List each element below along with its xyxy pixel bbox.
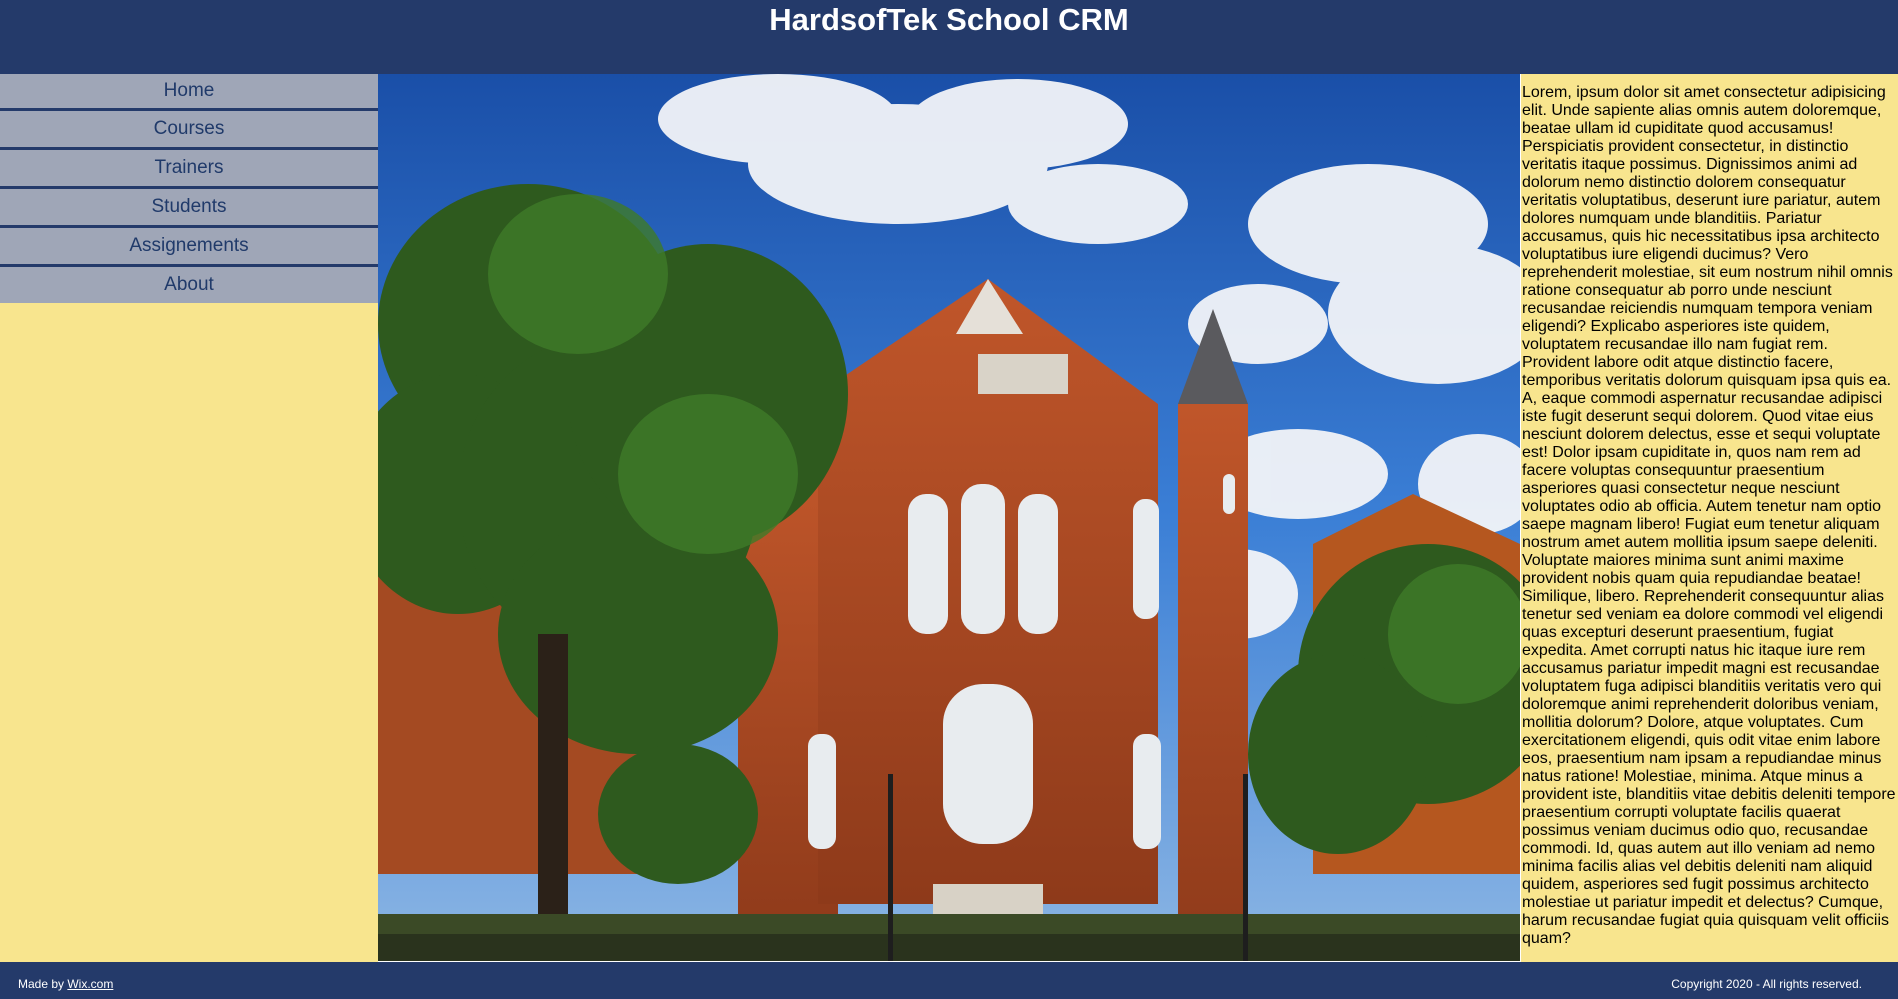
- tree-trunk: [538, 634, 568, 914]
- made-by-text: Made by Wix.com: [18, 977, 113, 991]
- nav-item-trainers[interactable]: Trainers: [0, 150, 378, 189]
- sidebar: Home Courses Trainers Students Assigneme…: [0, 74, 378, 962]
- nav-item-courses[interactable]: Courses: [0, 111, 378, 150]
- nav-item-about[interactable]: About: [0, 267, 378, 303]
- site-header: HardsofTek School CRM: [0, 0, 1898, 74]
- site-footer: Made by Wix.com Copyright 2020 - All rig…: [0, 962, 1898, 999]
- nav-item-assignements[interactable]: Assignements: [0, 228, 378, 267]
- copyright-text: Copyright 2020 - All rights reserved.: [1671, 977, 1862, 991]
- wix-link[interactable]: Wix.com: [67, 977, 113, 991]
- nav-item-home[interactable]: Home: [0, 74, 378, 111]
- made-by-label: Made by: [18, 977, 68, 991]
- nav-item-students[interactable]: Students: [0, 189, 378, 228]
- school-building-illustration: [378, 74, 1520, 961]
- content-text: Lorem, ipsum dolor sit amet consectetur …: [1521, 74, 1898, 962]
- hero-image: [378, 74, 1520, 961]
- site-title: HardsofTek School CRM: [769, 2, 1129, 37]
